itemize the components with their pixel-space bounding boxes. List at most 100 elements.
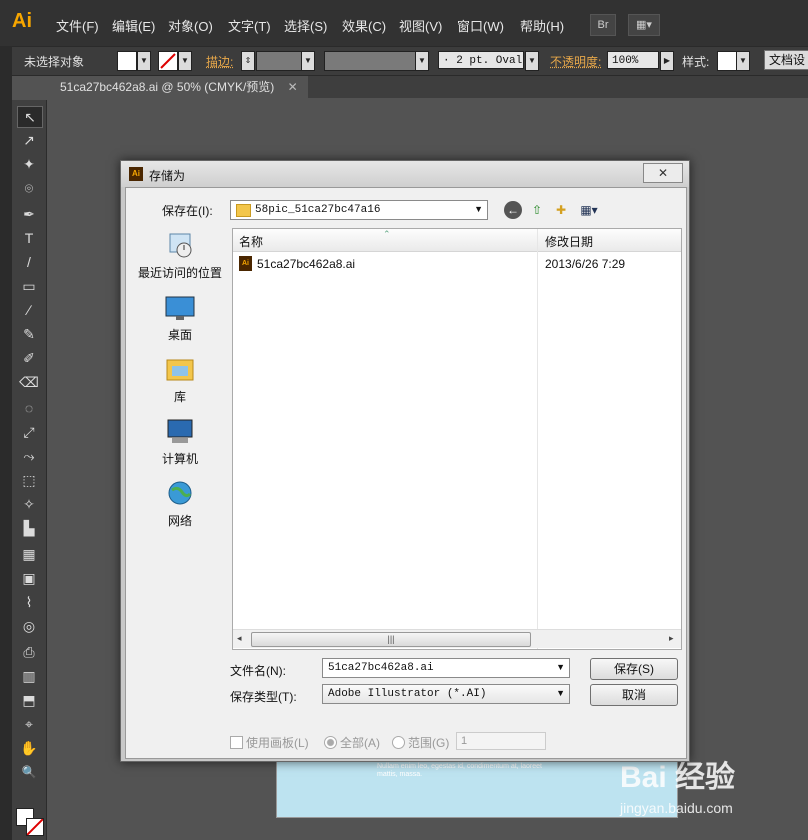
places-bar: 最近访问的位置 桌面 库 计算机 网络 [132,228,228,748]
graph-tool-icon[interactable]: ▙ [17,518,41,538]
save-in-dropdown[interactable]: 58pic_51ca27bc47a16 ▼ [230,200,488,220]
brush-dropdown-icon[interactable]: ▼ [525,51,539,71]
brush-definition-field[interactable]: · 2 pt. Oval [438,51,524,69]
free-transform-tool-icon[interactable]: ⬚ [17,470,41,490]
rotate-tool-icon[interactable]: ◌ [17,398,41,418]
blob-brush-tool-icon[interactable]: ✐ [17,348,41,368]
stroke-dropdown-icon[interactable]: ▼ [178,51,192,71]
place-libraries[interactable]: 库 [132,356,228,405]
range-radio-label: 范围(G) [408,736,450,750]
column-name[interactable]: 名称 [239,233,263,250]
fill-swatch[interactable] [117,51,137,71]
illustrator-app-icon: Ai [129,167,143,181]
stroke-weight-stepper[interactable]: ⇕ [241,51,255,71]
range-radio[interactable] [392,736,405,749]
dialog-body: 保存在(I): 58pic_51ca27bc47a16 ▼ ← ⇧ ✚ ▦▾ 最… [125,187,687,759]
symbol-sprayer-tool-icon[interactable]: ⎙ [17,642,41,662]
stroke-label[interactable]: 描边: [206,53,233,70]
ai-file-icon: Ai [239,256,252,271]
opacity-label[interactable]: 不透明度: [550,53,601,70]
place-network[interactable]: 网络 [132,480,228,529]
file-row[interactable]: Ai 51ca27bc462a8.ai [239,255,535,273]
up-folder-icon[interactable]: ⇧ [528,201,546,219]
back-icon[interactable]: ← [504,201,522,219]
rectangle-tool-icon[interactable]: ▭ [17,276,41,296]
menu-window[interactable]: 窗口(W) [457,16,504,35]
shape-builder-tool-icon[interactable]: ✧ [17,494,41,514]
place-computer[interactable]: 计算机 [132,418,228,467]
place-desktop[interactable]: 桌面 [132,294,228,343]
bridge-button[interactable]: Br [590,14,616,36]
chevron-down-icon: ▼ [556,662,565,672]
blend-tool-icon[interactable]: ◎ [17,616,41,636]
mesh-tool-icon[interactable]: ▦ [17,544,41,564]
pencil-tool-icon[interactable]: ✎ [17,324,41,344]
hand-tool-icon[interactable]: ✋ [17,738,41,758]
scrollbar-thumb[interactable]: ||| [251,632,531,647]
document-tab[interactable]: 51ca27bc462a8.ai @ 50% (CMYK/预览) ✕ [50,76,308,98]
range-input[interactable]: 1 [456,732,546,750]
warp-tool-icon[interactable]: ⤳ [17,446,41,466]
document-setup-button[interactable]: 文档设 [764,50,808,70]
line-tool-icon[interactable]: / [17,252,41,272]
cancel-button[interactable]: 取消 [590,684,678,706]
pen-tool-icon[interactable]: ✒ [17,204,41,224]
direct-selection-tool-icon[interactable]: ↗ [17,130,41,150]
close-tab-icon[interactable]: ✕ [288,80,298,94]
menu-file[interactable]: 文件(F) [56,16,99,35]
place-recent[interactable]: 最近访问的位置 [132,232,228,281]
use-artboards-checkbox[interactable] [230,736,243,749]
view-menu-icon[interactable]: ▦▾ [576,201,602,219]
scroll-right-icon[interactable]: ▸ [669,633,674,644]
scale-tool-icon[interactable]: ⤢ [17,422,41,442]
opacity-field[interactable]: 100% [607,51,659,69]
fill-dropdown-icon[interactable]: ▼ [137,51,151,71]
stroke-swatch[interactable] [158,51,178,71]
paintbrush-tool-icon[interactable]: ∕ [17,300,41,320]
scroll-left-icon[interactable]: ◂ [237,633,242,644]
close-dialog-button[interactable]: ✕ [643,163,683,183]
save-button[interactable]: 保存(S) [590,658,678,680]
tools-panel: ↖ ↗ ✦ ⌾ ✒ T / ▭ ∕ ✎ ✐ ⌫ ◌ ⤢ ⤳ ⬚ ✧ ▙ ▦ ▣ … [12,100,47,840]
new-folder-icon[interactable]: ✚ [552,201,570,219]
menu-select[interactable]: 选择(S) [284,16,327,35]
menu-object[interactable]: 对象(O) [168,16,213,35]
selection-tool-icon[interactable]: ↖ [17,106,43,128]
lasso-tool-icon[interactable]: ⌾ [17,178,41,198]
slice-tool-icon[interactable]: ⌖ [17,714,41,734]
filetype-dropdown[interactable]: Adobe Illustrator (*.AI) ▼ [322,684,570,704]
zoom-tool-icon[interactable]: 🔍 [17,762,41,782]
stroke-weight-dropdown-icon[interactable]: ▼ [301,51,315,71]
file-list[interactable]: 名称 ⌃ 修改日期 Ai 51ca27bc462a8.ai 2013/6/26 … [232,228,682,650]
eraser-tool-icon[interactable]: ⌫ [17,372,41,392]
type-tool-icon[interactable]: T [17,228,41,248]
artboard-tool-icon[interactable]: ⬒ [17,690,41,710]
place-label: 计算机 [161,452,198,466]
filename-input[interactable]: 51ca27bc462a8.ai ▼ [322,658,570,678]
variable-width-dropdown-icon[interactable]: ▼ [415,51,429,71]
use-artboards-label: 使用画板(L) [246,736,309,750]
opacity-dropdown-icon[interactable]: ▶ [660,51,674,71]
stroke-weight-field[interactable] [256,51,302,71]
menu-help[interactable]: 帮助(H) [520,16,564,35]
arrange-documents-button[interactable]: ▦▾ [628,14,660,36]
style-swatch[interactable] [717,51,737,71]
column-modified[interactable]: 修改日期 [545,233,593,250]
desktop-icon [165,296,195,320]
eyedropper-tool-icon[interactable]: ⌇ [17,592,41,612]
place-label: 网络 [167,514,192,528]
gradient-tool-icon[interactable]: ▣ [17,568,41,588]
stroke-color-box[interactable] [26,818,44,836]
menu-view[interactable]: 视图(V) [399,16,442,35]
column-graph-tool-icon[interactable]: ▥ [17,666,41,686]
variable-width-field[interactable] [324,51,416,71]
computer-icon [167,419,193,443]
style-dropdown-icon[interactable]: ▼ [736,51,750,71]
menu-type[interactable]: 文字(T) [228,16,271,35]
menu-effect[interactable]: 效果(C) [342,16,386,35]
horizontal-scrollbar[interactable]: ◂ ||| ▸ [233,629,681,648]
menu-edit[interactable]: 编辑(E) [112,16,155,35]
libraries-icon [166,359,194,381]
all-radio[interactable] [324,736,337,749]
magic-wand-tool-icon[interactable]: ✦ [17,154,41,174]
